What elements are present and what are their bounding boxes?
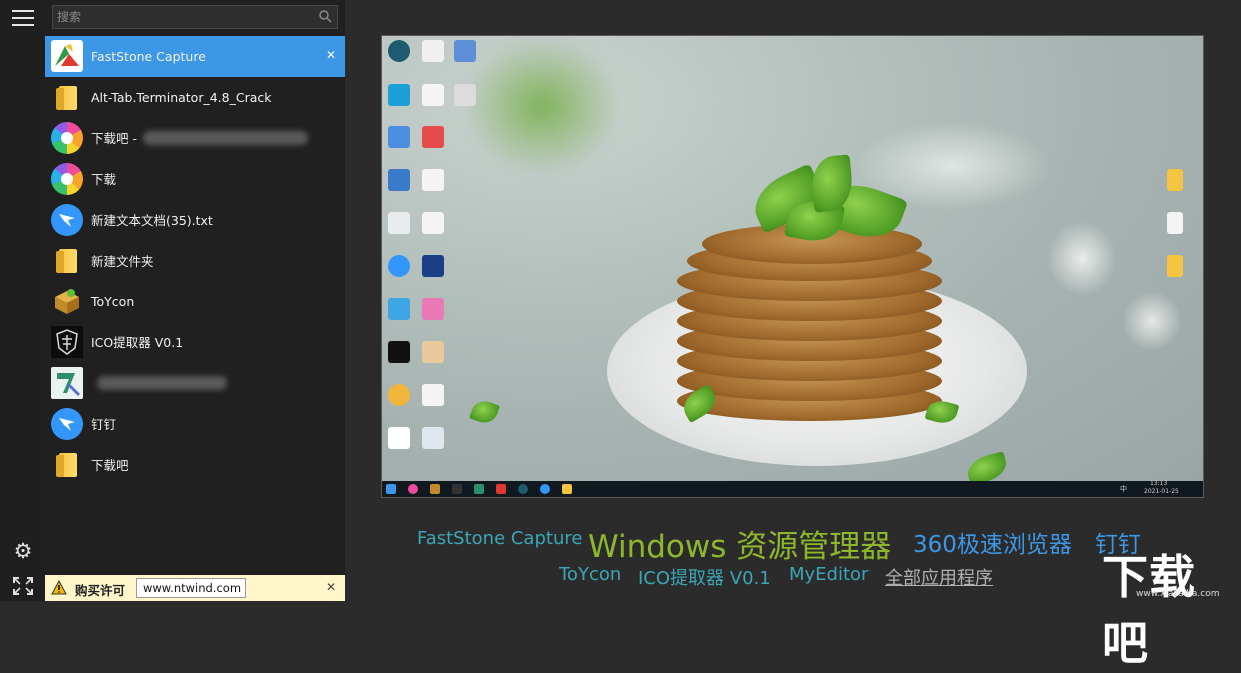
- taskbar-icon: [452, 484, 462, 494]
- list-item-label: FastStone Capture: [91, 48, 206, 64]
- chrome-like-icon: [51, 121, 83, 154]
- window-list: FastStone Capture ✕ Alt-Tab.Terminator_4…: [45, 36, 345, 485]
- list-item[interactable]: ICO提取器 V0.1: [45, 322, 345, 363]
- desktop-icon: [422, 84, 444, 106]
- app-link-myeditor[interactable]: MyEditor: [789, 564, 868, 585]
- website-link[interactable]: www.ntwind.com: [136, 578, 246, 598]
- dingtalk-icon: [51, 203, 83, 236]
- folder-icon: [51, 81, 83, 113]
- taskbar-icon: [408, 484, 418, 494]
- list-item[interactable]: ToYcon: [45, 281, 345, 322]
- menu-icon[interactable]: [12, 10, 34, 26]
- list-item[interactable]: 新建文本文档(35).txt: [45, 199, 345, 240]
- ico-extractor-icon: [51, 325, 83, 358]
- list-item[interactable]: 下载吧 -: [45, 118, 345, 159]
- search-input[interactable]: [53, 6, 313, 28]
- app-link-360-browser[interactable]: 360极速浏览器: [913, 525, 1072, 559]
- desktop-icon: [422, 126, 444, 148]
- buy-license-link[interactable]: 购买许可: [75, 580, 125, 599]
- list-item-label: 新建文件夹: [91, 253, 154, 269]
- desktop-icon: [422, 427, 444, 449]
- folder-icon: [51, 448, 83, 480]
- close-icon[interactable]: ✕: [326, 48, 336, 62]
- app-link-ico-extractor[interactable]: ICO提取器 V0.1: [638, 564, 771, 590]
- blurred-text: [142, 130, 308, 145]
- desktop-wallpaper: [382, 36, 1203, 486]
- list-item-label: 下载: [91, 172, 117, 188]
- app-link-faststone-capture[interactable]: FastStone Capture: [417, 528, 582, 549]
- window-preview[interactable]: 中 13:13 2021-01-25: [381, 35, 1204, 498]
- desktop-icon: [422, 384, 444, 406]
- desktop-icon: [454, 84, 476, 106]
- start-icon: [386, 484, 396, 494]
- dingtalk-icon: [51, 407, 83, 440]
- left-rail: ⚙: [0, 0, 45, 601]
- list-item-label: 新建文本文档(35).txt: [91, 213, 213, 229]
- list-item-label: 下载吧: [91, 457, 129, 473]
- window-list-panel: FastStone Capture ✕ Alt-Tab.Terminator_4…: [45, 0, 345, 601]
- desktop-icon: [422, 212, 444, 234]
- taskbar-icon: [518, 484, 528, 494]
- list-item-label: 下载吧 -: [91, 131, 137, 147]
- watermark-logo: 下载吧: [1102, 550, 1196, 670]
- warning-icon: [51, 580, 67, 595]
- chrome-like-icon: [51, 162, 83, 195]
- search-box: [52, 5, 338, 29]
- list-item[interactable]: 新建文件夹: [45, 240, 345, 281]
- app-link-windows-explorer[interactable]: Windows 资源管理器: [588, 521, 891, 566]
- list-item-label: ICO提取器 V0.1: [91, 335, 184, 351]
- faststone-icon: [51, 40, 83, 73]
- gear-icon[interactable]: ⚙: [12, 540, 34, 562]
- desktop-icon: [388, 384, 410, 406]
- desktop-icon: [388, 40, 410, 62]
- taskbar-date: 2021-01-25: [1144, 488, 1179, 495]
- desktop-icon: [388, 126, 410, 148]
- desktop-icon: [388, 298, 410, 320]
- list-item[interactable]: [45, 362, 345, 403]
- desktop-icon: [388, 169, 410, 191]
- desktop-icon: [388, 255, 410, 277]
- list-item-label: Alt-Tab.Terminator_4.8_Crack: [91, 89, 272, 105]
- toycon-icon: [51, 285, 83, 317]
- license-notice-bar: 购买许可 www.ntwind.com ✕: [45, 575, 345, 601]
- desktop-icon: [422, 298, 444, 320]
- watermark: 下载吧 www.xiazaiba.com: [1098, 545, 1241, 670]
- desktop-icon: [1167, 212, 1183, 234]
- list-item[interactable]: FastStone Capture ✕: [45, 36, 345, 77]
- close-icon[interactable]: ✕: [326, 580, 336, 594]
- list-item[interactable]: 下载: [45, 158, 345, 199]
- taskbar-icon: [430, 484, 440, 494]
- rapidtyping-icon: [51, 366, 83, 399]
- desktop-icon: [388, 427, 410, 449]
- taskbar-icon: [496, 484, 506, 494]
- list-item[interactable]: 下载吧: [45, 444, 345, 485]
- list-item[interactable]: 钉钉: [45, 403, 345, 444]
- taskbar-language: 中: [1120, 485, 1127, 493]
- desktop-icon: [388, 341, 410, 363]
- all-apps-link[interactable]: 全部应用程序: [885, 564, 993, 590]
- taskbar-icon: [540, 484, 550, 494]
- preview-taskbar: 中 13:13 2021-01-25: [382, 480, 1203, 497]
- desktop-icon: [454, 40, 476, 62]
- taskbar-icon: [474, 484, 484, 494]
- taskbar-time: 13:13: [1150, 480, 1168, 487]
- list-item-label: ToYcon: [91, 293, 135, 309]
- desktop-icon: [422, 255, 444, 277]
- desktop-icon: [388, 84, 410, 106]
- folder-icon: [51, 244, 83, 276]
- search-icon[interactable]: [319, 10, 332, 23]
- watermark-url: www.xiazaiba.com: [1136, 589, 1220, 599]
- blurred-text: [97, 375, 227, 390]
- list-item[interactable]: Alt-Tab.Terminator_4.8_Crack: [45, 77, 345, 118]
- desktop-icon: [422, 40, 444, 62]
- desktop-icon: [388, 212, 410, 234]
- taskbar-icon: [562, 484, 572, 494]
- fullscreen-icon[interactable]: [13, 577, 33, 595]
- desktop-icon: [422, 169, 444, 191]
- desktop-icon: [1167, 255, 1183, 277]
- desktop-icon: [1167, 169, 1183, 191]
- desktop-icon: [422, 341, 444, 363]
- list-item-label: 钉钉: [91, 417, 117, 433]
- app-link-toycon[interactable]: ToYcon: [559, 564, 621, 585]
